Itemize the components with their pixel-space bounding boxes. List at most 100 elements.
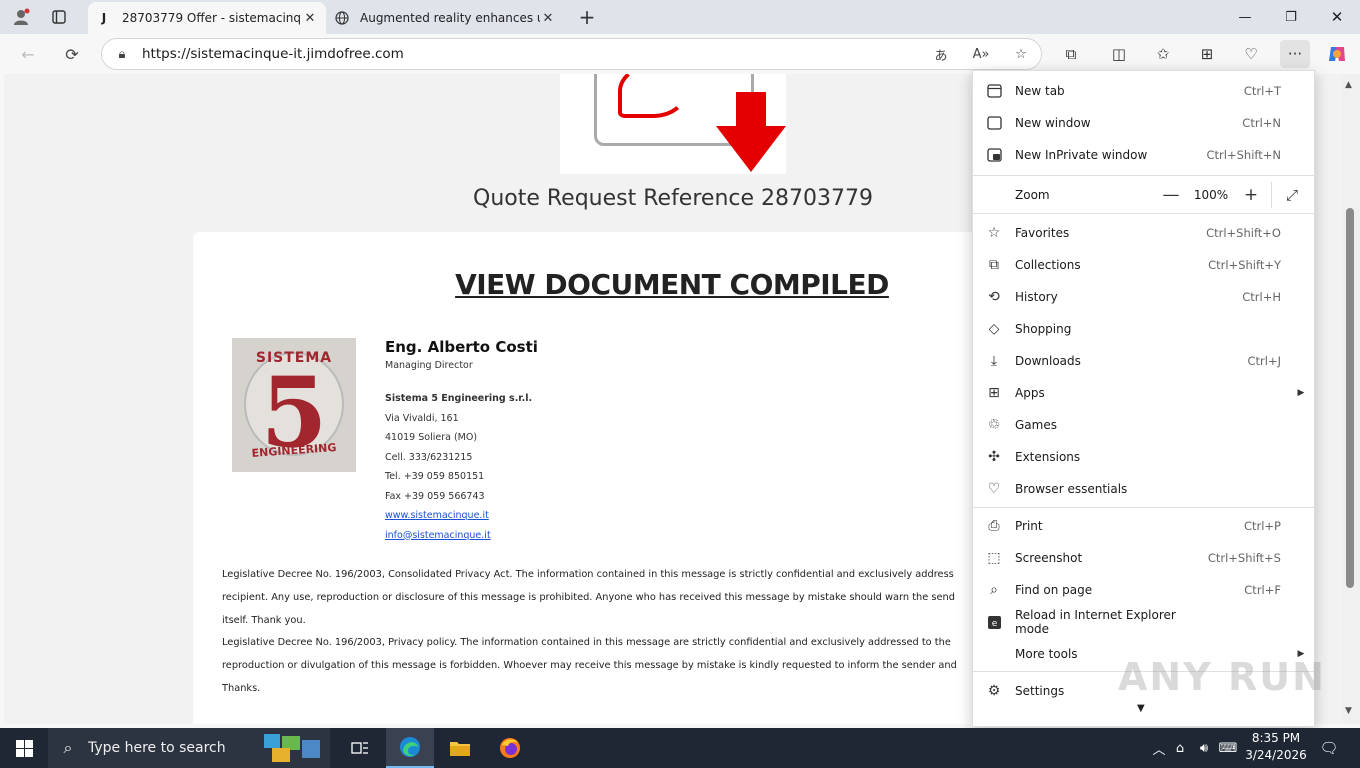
window-close-icon[interactable]: ✕ bbox=[1314, 0, 1360, 34]
browser-essentials-toolbar-icon[interactable]: ♡ bbox=[1236, 40, 1266, 68]
menu-ie-mode[interactable]: e Reload in Internet Explorer mode bbox=[973, 606, 1316, 638]
fullscreen-icon[interactable]: ⤢ bbox=[1276, 186, 1308, 204]
refresh-icon[interactable]: ⟳ bbox=[58, 40, 86, 68]
menu-label: Collections bbox=[1015, 258, 1081, 272]
menu-find-on-page[interactable]: ⌕ Find on page Ctrl+F bbox=[973, 574, 1316, 606]
system-tray: ︿ ⌂ 🔊︎ ⌨ bbox=[1150, 728, 1240, 768]
url-text[interactable]: https://sistemacinque-it.jimdofree.com bbox=[142, 46, 921, 62]
menu-favorites[interactable]: ☆ Favorites Ctrl+Shift+O bbox=[973, 217, 1316, 249]
copilot-icon[interactable] bbox=[1322, 40, 1352, 68]
windows-logo-icon bbox=[15, 739, 33, 757]
zoom-out-button[interactable]: — bbox=[1155, 185, 1187, 205]
lock-icon[interactable]: 🔒︎ bbox=[102, 47, 142, 62]
start-button[interactable] bbox=[0, 728, 48, 768]
minimize-icon[interactable]: — bbox=[1222, 0, 1268, 34]
read-aloud-icon[interactable]: A» bbox=[961, 47, 1001, 62]
zoom-label: Zoom bbox=[1015, 188, 1050, 202]
split-screen-icon[interactable]: ◫ bbox=[1104, 40, 1134, 68]
notifications-icon[interactable]: 🗨 bbox=[1318, 728, 1340, 768]
scroll-down-icon[interactable]: ▼ bbox=[1345, 706, 1352, 716]
close-icon[interactable]: ✕ bbox=[540, 11, 556, 26]
legal-line: Legislative Decree No. 196/2003, Consoli… bbox=[222, 569, 954, 580]
chevron-up-icon[interactable]: ︿ bbox=[1150, 739, 1168, 758]
zoom-in-button[interactable]: + bbox=[1235, 185, 1267, 205]
shopping-icon: ◇ bbox=[988, 321, 1000, 337]
file-explorer-icon[interactable] bbox=[436, 728, 484, 768]
email-link[interactable]: info@sistemacinque.it bbox=[385, 530, 491, 541]
address-bar[interactable]: 🔒︎ https://sistemacinque-it.jimdofree.co… bbox=[101, 38, 1042, 70]
menu-shortcut: Ctrl+Shift+Y bbox=[1208, 258, 1281, 272]
menu-shortcut: Ctrl+Shift+S bbox=[1207, 551, 1281, 565]
menu-label: New InPrivate window bbox=[1015, 148, 1148, 162]
extensions-puzzle-icon[interactable]: ⧉ bbox=[1056, 40, 1086, 68]
scroll-up-icon[interactable]: ▲ bbox=[1345, 80, 1352, 90]
network-icon[interactable]: ⌂ bbox=[1168, 741, 1192, 756]
legal-line: Thanks. bbox=[222, 682, 261, 694]
signature-name: Eng. Alberto Costi bbox=[385, 338, 538, 356]
email-signature: Eng. Alberto Costi Managing Director Sis… bbox=[385, 338, 538, 549]
edge-taskbar-icon[interactable] bbox=[386, 728, 434, 768]
menu-label: Screenshot bbox=[1015, 551, 1083, 565]
settings-more-icon[interactable]: ··· bbox=[1280, 40, 1310, 68]
close-icon[interactable]: ✕ bbox=[302, 11, 318, 26]
menu-label: New window bbox=[1015, 116, 1091, 130]
favorites-icon: ☆ bbox=[987, 225, 1001, 241]
menu-shopping[interactable]: ◇ Shopping bbox=[973, 313, 1316, 345]
menu-games[interactable]: ♲ Games bbox=[973, 409, 1316, 441]
back-arrow-icon[interactable]: ← bbox=[14, 40, 42, 68]
navigation-bar: ← ⟳ 🔒︎ https://sistemacinque-it.jimdofre… bbox=[0, 34, 1360, 74]
sistema-5-logo: SISTEMA 5 ENGINEERING bbox=[232, 338, 356, 472]
new-window-icon bbox=[973, 116, 1015, 130]
menu-extensions[interactable]: ✣ Extensions bbox=[973, 441, 1316, 473]
restore-icon[interactable]: ❐ bbox=[1268, 0, 1314, 34]
menu-apps[interactable]: ⊞ Apps ▶ bbox=[973, 377, 1316, 409]
ime-icon[interactable]: ⌨ bbox=[1216, 741, 1240, 756]
menu-print[interactable]: ⎙ Print Ctrl+P bbox=[973, 510, 1316, 542]
zoom-value: 100% bbox=[1193, 188, 1229, 202]
menu-history[interactable]: ⟲ History Ctrl+H bbox=[973, 281, 1316, 313]
menu-new-window[interactable]: New window Ctrl+N bbox=[973, 107, 1316, 139]
tab-actions-icon[interactable] bbox=[46, 4, 72, 30]
page-scrollbar[interactable]: ▲ ▼ bbox=[1342, 74, 1360, 724]
clock-date: 3/24/2026 bbox=[1245, 748, 1307, 762]
tab-augmented-reality[interactable]: Augmented reality enhances user ✕ bbox=[326, 2, 564, 34]
menu-screenshot[interactable]: ⬚ Screenshot Ctrl+Shift+S bbox=[973, 542, 1316, 574]
profile-icon[interactable] bbox=[8, 4, 34, 30]
taskbar-search-box[interactable]: ⌕ Type here to search bbox=[48, 728, 330, 768]
favorite-star-icon[interactable]: ☆ bbox=[1001, 47, 1041, 62]
menu-downloads[interactable]: ⤓ Downloads Ctrl+J bbox=[973, 345, 1316, 377]
collections-toolbar-icon[interactable]: ⊞ bbox=[1192, 40, 1222, 68]
menu-shortcut: Ctrl+H bbox=[1242, 290, 1281, 304]
new-tab-plus-icon[interactable]: + bbox=[574, 4, 600, 30]
browser-essentials-icon: ♡ bbox=[987, 481, 1001, 497]
tab-title: 28703779 Offer - sistemacinque-it bbox=[122, 11, 302, 25]
volume-icon[interactable]: 🔊︎ bbox=[1192, 741, 1216, 756]
find-icon: ⌕ bbox=[990, 582, 998, 598]
pdf-download-image[interactable] bbox=[560, 74, 786, 174]
menu-label: Apps bbox=[1015, 386, 1045, 400]
menu-label: Browser essentials bbox=[1015, 482, 1128, 496]
games-icon: ♲ bbox=[987, 417, 1001, 433]
settings-menu: New tab Ctrl+T New window Ctrl+N New InP… bbox=[972, 70, 1316, 727]
firefox-icon[interactable] bbox=[486, 728, 534, 768]
signature-fax: Fax +39 059 566743 bbox=[385, 490, 485, 502]
windows-taskbar: ⌕ Type here to search ︿ ⌂ 🔊︎ ⌨ 8:35 PM 3… bbox=[0, 728, 1360, 768]
menu-collections[interactable]: ⧉ Collections Ctrl+Shift+Y bbox=[973, 249, 1316, 281]
favorites-bar-icon[interactable]: ✩ bbox=[1148, 40, 1178, 68]
menu-separator bbox=[973, 213, 1316, 214]
menu-shortcut: Ctrl+P bbox=[1243, 519, 1281, 533]
menu-new-inprivate[interactable]: New InPrivate window Ctrl+Shift+N bbox=[973, 139, 1316, 171]
tab-offer[interactable]: J 28703779 Offer - sistemacinque-it ✕ bbox=[88, 2, 326, 34]
translate-icon[interactable]: あ bbox=[921, 45, 961, 64]
menu-scroll-down-icon[interactable]: ▼ bbox=[1137, 703, 1145, 714]
taskbar-clock[interactable]: 8:35 PM 3/24/2026 bbox=[1240, 730, 1312, 764]
website-link[interactable]: www.sistemacinque.it bbox=[385, 510, 489, 521]
svg-text:e: e bbox=[991, 619, 997, 629]
scrollbar-thumb[interactable] bbox=[1346, 208, 1354, 588]
menu-browser-essentials[interactable]: ♡ Browser essentials bbox=[973, 473, 1316, 505]
extensions-icon: ✣ bbox=[988, 449, 1000, 465]
task-view-icon[interactable] bbox=[336, 728, 384, 768]
menu-new-tab[interactable]: New tab Ctrl+T bbox=[973, 75, 1316, 107]
menu-shortcut: Ctrl+Shift+N bbox=[1206, 148, 1281, 162]
legal-line: itself. Thank you. bbox=[222, 614, 306, 626]
